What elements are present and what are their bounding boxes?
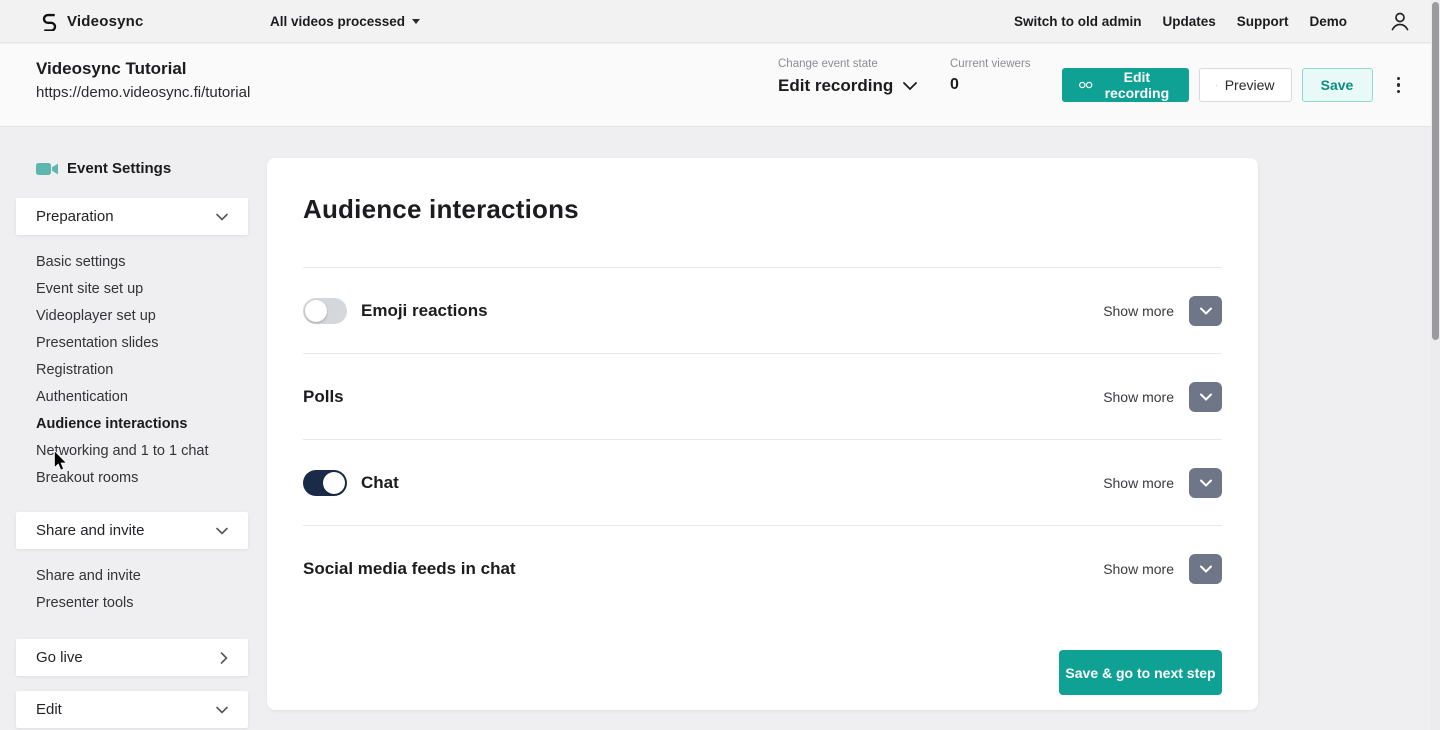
video-camera-icon	[36, 162, 58, 176]
sidebar-title-label: Event Settings	[67, 160, 171, 177]
event-title: Videosync Tutorial	[36, 59, 250, 79]
support-link[interactable]: Support	[1237, 14, 1289, 29]
videosync-logo-icon	[40, 12, 59, 31]
sidebar-item-networking-1to1-chat[interactable]: Networking and 1 to 1 chat	[36, 437, 248, 464]
chat-toggle[interactable]	[303, 470, 347, 496]
event-state-block: Change event state Edit recording	[778, 58, 917, 96]
event-state-dropdown[interactable]: Edit recording	[778, 76, 917, 96]
expand-section-button[interactable]	[1189, 468, 1222, 498]
sidebar-section-preparation[interactable]: Preparation	[16, 198, 248, 235]
save-button[interactable]: Save	[1302, 68, 1373, 102]
feature-label: Emoji reactions	[361, 301, 488, 321]
chevron-down-icon	[216, 213, 228, 221]
updates-link[interactable]: Updates	[1162, 14, 1215, 29]
sidebar-item-audience-interactions[interactable]: Audience interactions	[36, 410, 248, 437]
event-title-block: Videosync Tutorial https://demo.videosyn…	[36, 59, 250, 101]
edit-recording-button[interactable]: Edit recording	[1062, 68, 1189, 102]
preparation-section-label: Preparation	[36, 208, 114, 225]
sidebar-section-edit[interactable]: Edit	[16, 691, 248, 728]
switch-to-old-admin-link[interactable]: Switch to old admin	[1014, 14, 1142, 29]
dropdown-triangle-icon	[412, 19, 420, 24]
save-button-label: Save	[1321, 77, 1354, 93]
preparation-items: Basic settings Event site set up Videopl…	[16, 248, 248, 491]
current-viewers-count: 0	[950, 76, 1031, 94]
emoji-reactions-toggle[interactable]	[303, 298, 347, 324]
expand-section-button[interactable]	[1189, 554, 1222, 584]
event-state-value: Edit recording	[778, 76, 893, 96]
card-footer: Save & go to next step	[303, 650, 1222, 695]
sidebar-section-share-and-invite[interactable]: Share and invite	[16, 512, 248, 549]
sidebar-title: Event Settings	[16, 160, 248, 177]
expand-section-button[interactable]	[1189, 296, 1222, 326]
sidebar-item-basic-settings[interactable]: Basic settings	[36, 248, 248, 275]
share-invite-section-label: Share and invite	[36, 522, 144, 539]
top-navigation-bar: Videosync All videos processed Switch to…	[0, 0, 1440, 43]
brand-name: Videosync	[67, 13, 144, 30]
sidebar-item-event-site-set-up[interactable]: Event site set up	[36, 275, 248, 302]
sidebar-item-authentication[interactable]: Authentication	[36, 383, 248, 410]
change-event-state-label: Change event state	[778, 58, 917, 70]
show-more-link[interactable]: Show more	[1103, 561, 1174, 577]
event-url[interactable]: https://demo.videosync.fi/tutorial	[36, 84, 250, 101]
chevron-right-icon	[220, 652, 228, 664]
settings-sidebar: Event Settings Preparation Basic setting…	[16, 160, 248, 728]
sidebar-item-share-and-invite[interactable]: Share and invite	[36, 562, 248, 589]
feature-label: Polls	[303, 387, 344, 407]
feature-row-emoji-reactions: Emoji reactions Show more	[303, 268, 1222, 354]
sidebar-item-presenter-tools[interactable]: Presenter tools	[36, 589, 248, 616]
topbar-links: Switch to old admin Updates Support Demo	[1014, 11, 1410, 32]
audience-interactions-panel: Audience interactions Emoji reactions Sh…	[267, 158, 1258, 710]
share-invite-items: Share and invite Presenter tools	[16, 562, 248, 616]
chevron-down-icon	[216, 706, 228, 714]
go-live-section-label: Go live	[36, 649, 83, 666]
current-viewers-label: Current viewers	[950, 58, 1031, 70]
edit-section-label: Edit	[36, 701, 62, 718]
preview-button[interactable]: Preview	[1199, 68, 1292, 102]
recording-loop-icon	[1078, 80, 1094, 90]
show-more-link[interactable]: Show more	[1103, 389, 1174, 405]
sidebar-item-registration[interactable]: Registration	[36, 356, 248, 383]
edit-recording-button-label: Edit recording	[1101, 69, 1172, 101]
expand-section-button[interactable]	[1189, 382, 1222, 412]
feature-label: Chat	[361, 473, 399, 493]
sidebar-item-presentation-slides[interactable]: Presentation slides	[36, 329, 248, 356]
feature-label: Social media feeds in chat	[303, 559, 516, 579]
preview-eye-icon	[1216, 78, 1217, 93]
preview-button-label: Preview	[1225, 77, 1275, 93]
videos-processed-dropdown[interactable]: All videos processed	[270, 14, 420, 29]
sidebar-section-go-live[interactable]: Go live	[16, 639, 248, 676]
header-action-buttons: Edit recording Preview Save	[1062, 68, 1405, 102]
save-and-next-step-button[interactable]: Save & go to next step	[1059, 650, 1222, 695]
demo-link[interactable]: Demo	[1309, 14, 1347, 29]
feature-row-polls: Polls Show more	[303, 354, 1222, 440]
more-options-kebab-icon[interactable]	[1393, 73, 1405, 98]
event-header: Videosync Tutorial https://demo.videosyn…	[0, 44, 1440, 127]
feature-row-social-media-feeds: Social media feeds in chat Show more	[303, 526, 1222, 612]
videos-processed-label: All videos processed	[270, 14, 405, 29]
page-scrollbar-thumb[interactable]	[1432, 2, 1439, 340]
feature-row-chat: Chat Show more	[303, 440, 1222, 526]
chevron-down-icon	[903, 82, 917, 91]
user-account-icon[interactable]	[1390, 11, 1410, 32]
sidebar-item-breakout-rooms[interactable]: Breakout rooms	[36, 464, 248, 491]
current-viewers-block: Current viewers 0	[950, 58, 1031, 94]
brand-logo[interactable]: Videosync	[40, 12, 144, 31]
show-more-link[interactable]: Show more	[1103, 303, 1174, 319]
chevron-down-icon	[216, 527, 228, 535]
sidebar-item-videoplayer-set-up[interactable]: Videoplayer set up	[36, 302, 248, 329]
show-more-link[interactable]: Show more	[1103, 475, 1174, 491]
page-scrollbar-track[interactable]	[1431, 0, 1440, 730]
page-title: Audience interactions	[303, 158, 1222, 225]
